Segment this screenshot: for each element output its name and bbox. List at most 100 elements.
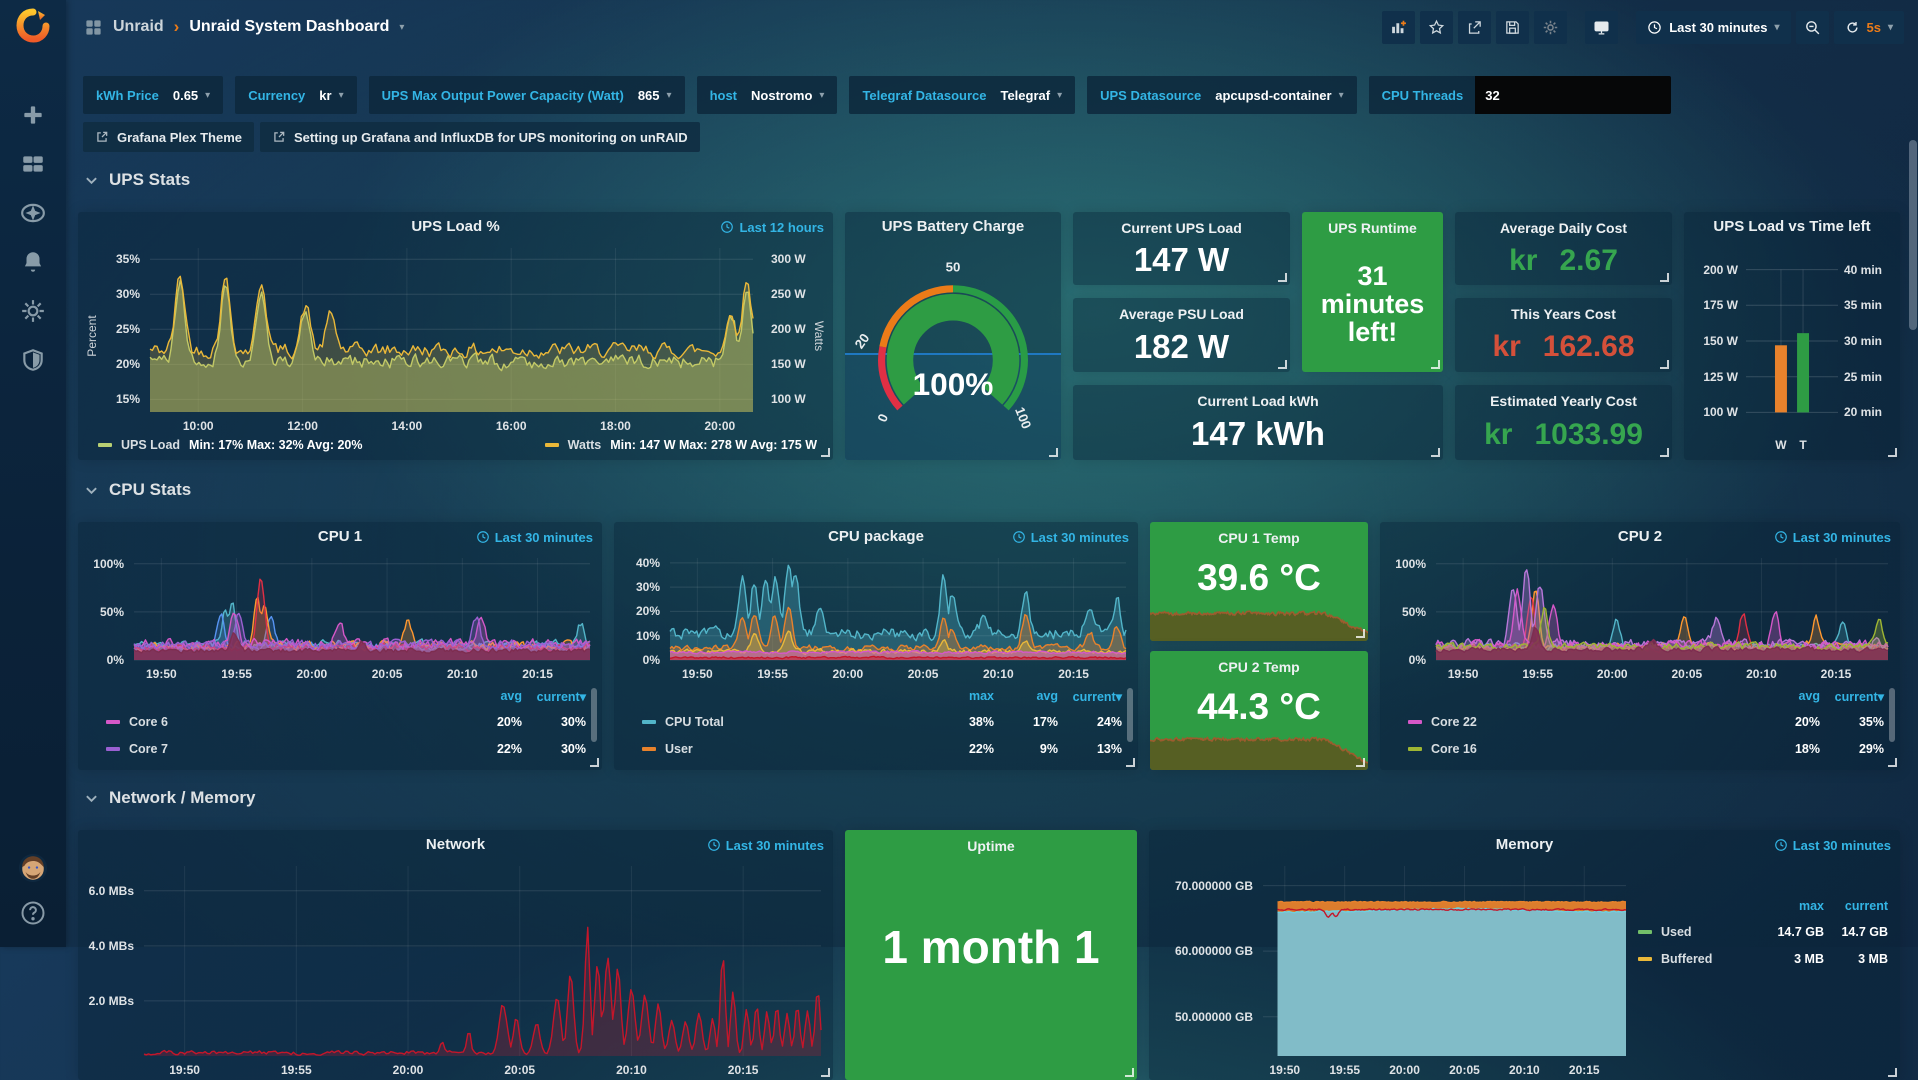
grafana-logo[interactable]: [15, 8, 51, 44]
stat-title: This Years Cost: [1511, 306, 1616, 322]
stat-value: 147 W: [1073, 236, 1290, 285]
cpu-package-chart[interactable]: 40%30%20%10%0%19:5019:5520:0020:0520:102…: [614, 552, 1138, 684]
legend-sort-avg[interactable]: avg: [458, 689, 522, 703]
plot-area[interactable]: 100%50%0%19:5019:5520:0020:0520:1020:15: [134, 558, 590, 660]
apps-grid-icon: [84, 18, 103, 37]
legend-sort-current[interactable]: current▾: [1820, 689, 1884, 704]
help-icon[interactable]: [19, 899, 47, 927]
create-plus-icon[interactable]: [20, 102, 46, 128]
legend-item[interactable]: WattsMin: 147 W Max: 278 W Avg: 175 W: [545, 438, 817, 452]
legend-scrollbar[interactable]: [1889, 688, 1895, 742]
variable-kwh-price[interactable]: kWh Price0.65▾: [83, 76, 223, 114]
variable-telegraf-datasource[interactable]: Telegraf DatasourceTelegraf▾: [849, 76, 1075, 114]
network-chart[interactable]: 6.0 MBs4.0 MBs2.0 MBs19:5019:5520:0020:0…: [78, 860, 833, 1080]
variable-host[interactable]: hostNostromo▾: [697, 76, 838, 114]
legend-scrollbar[interactable]: [1127, 688, 1133, 742]
configuration-gear-icon[interactable]: [20, 298, 46, 324]
variable-value[interactable]: 0.65: [173, 88, 198, 103]
ups-battery-gauge[interactable]: 02050100100%: [845, 212, 1061, 460]
x-axis-label: 19:50: [146, 667, 177, 681]
star-button[interactable]: [1420, 11, 1453, 44]
share-button[interactable]: [1458, 11, 1491, 44]
panel-time-range[interactable]: Last 30 minutes: [476, 522, 593, 552]
variable-value[interactable]: apcupsd-container: [1215, 88, 1331, 103]
y-axis-label: 0%: [614, 653, 660, 667]
panel-time-range[interactable]: Last 30 minutes: [1012, 522, 1129, 552]
variable-currency[interactable]: Currencykr▾: [235, 76, 356, 114]
ups-load-vs-time-chart[interactable]: WT200 W175 W150 W125 W100 W40 min35 min3…: [1684, 212, 1900, 460]
section-network-memory[interactable]: Network / Memory: [85, 788, 255, 808]
section-ups-stats[interactable]: UPS Stats: [85, 170, 190, 190]
plot-area[interactable]: 100%50%0%19:5019:5520:0020:0520:1020:15: [1436, 558, 1888, 660]
explore-compass-icon[interactable]: [20, 200, 46, 226]
legend-sort-current[interactable]: current▾: [522, 689, 586, 704]
variable-ups-datasource[interactable]: UPS Datasourceapcupsd-container▾: [1087, 76, 1356, 114]
y-axis-label: 40%: [614, 556, 660, 570]
legend-sort-avg[interactable]: avg: [994, 689, 1058, 703]
legend-scrollbar[interactable]: [591, 688, 597, 742]
top-navbar: Unraid › Unraid System Dashboard ▾ Last …: [66, 0, 1918, 54]
chevron-down-icon[interactable]: ▾: [399, 22, 404, 33]
panel-time-range[interactable]: Last 12 hours: [720, 212, 824, 242]
sidebar: [0, 0, 66, 947]
cycle-view-monitor-button[interactable]: [1585, 11, 1618, 44]
dashboard-link-ups-monitoring-guide[interactable]: Setting up Grafana and InfluxDB for UPS …: [260, 122, 700, 152]
variable-value[interactable]: Telegraf: [1000, 88, 1050, 103]
cpu1-chart[interactable]: 100%50%0%19:5019:5520:0020:0520:1020:15: [78, 552, 602, 684]
memory-chart[interactable]: 70.000000 GB60.000000 GB50.000000 GB19:5…: [1149, 860, 1900, 1080]
breadcrumb[interactable]: Unraid › Unraid System Dashboard ▾: [84, 17, 404, 37]
legend-item[interactable]: Core 1618%29%: [1408, 735, 1884, 762]
plot-area[interactable]: 40%30%20%10%0%19:5019:5520:0020:0520:102…: [670, 558, 1126, 660]
legend-item[interactable]: UPS LoadMin: 17% Max: 32% Avg: 20%: [98, 438, 362, 452]
legend-swatch: [106, 747, 120, 751]
ups-load-chart[interactable]: 35%30%25%20%15%300 W250 W200 W150 W100 W…: [78, 242, 833, 436]
save-button[interactable]: [1496, 11, 1529, 44]
page-scrollbar-thumb[interactable]: [1909, 140, 1917, 330]
legend-sort-max[interactable]: max: [1760, 899, 1824, 913]
legend-sort-current[interactable]: current: [1824, 899, 1888, 913]
breadcrumb-folder[interactable]: Unraid: [113, 18, 164, 36]
variable-label: UPS Max Output Power Capacity (Watt): [382, 88, 624, 103]
legend-item[interactable]: Buffered3 MB3 MB: [1638, 945, 1888, 972]
variable-value[interactable]: kr: [319, 88, 331, 103]
x-axis-label: 20:10: [1509, 1063, 1540, 1077]
user-avatar[interactable]: [18, 853, 48, 883]
panel-time-range[interactable]: Last 30 minutes: [707, 830, 824, 860]
legend-item[interactable]: Used14.7 GB14.7 GB: [1638, 918, 1888, 945]
dashboard-title[interactable]: Unraid System Dashboard: [189, 18, 389, 36]
panel-uptime: Uptime 1 month 1: [845, 830, 1137, 1080]
refresh-picker[interactable]: 5s ▾: [1834, 11, 1905, 44]
legend-item[interactable]: Core 722%30%: [106, 735, 586, 762]
dashboard-link-grafana-plex-theme[interactable]: Grafana Plex Theme: [83, 122, 254, 152]
legend-sort-max[interactable]: max: [930, 689, 994, 703]
dashboard-settings-button[interactable]: [1534, 11, 1567, 44]
legend-item[interactable]: Core 620%30%: [106, 708, 586, 735]
legend-item[interactable]: User22%9%13%: [642, 735, 1122, 762]
variable-input-cpu-threads[interactable]: [1475, 76, 1671, 114]
legend-item[interactable]: CPU Total38%17%24%: [642, 708, 1122, 735]
panel-time-range[interactable]: Last 30 minutes: [1774, 522, 1891, 552]
stat-title: UPS Runtime: [1328, 220, 1417, 236]
section-cpu-stats[interactable]: CPU Stats: [85, 480, 191, 500]
alerting-bell-icon[interactable]: [20, 249, 46, 275]
variable-value[interactable]: Nostromo: [751, 88, 812, 103]
zoom-out-button[interactable]: [1796, 11, 1829, 44]
y-axis-label: 60.000000 GB: [1149, 944, 1253, 958]
legend-sort-current[interactable]: current▾: [1058, 689, 1122, 704]
legend-sort-avg[interactable]: avg: [1756, 689, 1820, 703]
plot-area[interactable]: 35%30%25%20%15%300 W250 W200 W150 W100 W…: [150, 248, 753, 412]
time-range-picker[interactable]: Last 30 minutes ▾: [1636, 11, 1790, 44]
variable-value[interactable]: 865: [638, 88, 660, 103]
legend-item[interactable]: Core 2220%35%: [1408, 708, 1884, 735]
dashboards-grid-icon[interactable]: [20, 151, 46, 177]
add-panel-button[interactable]: [1382, 11, 1415, 44]
cpu2-chart[interactable]: 100%50%0%19:5019:5520:0020:0520:1020:15: [1380, 552, 1900, 684]
panel-time-range[interactable]: Last 30 minutes: [1774, 830, 1891, 860]
server-admin-shield-icon[interactable]: [20, 347, 46, 373]
x-axis-label: 20:10: [616, 1063, 647, 1077]
plot-area[interactable]: 6.0 MBs4.0 MBs2.0 MBs19:5019:5520:0020:0…: [144, 866, 821, 1056]
plot-area[interactable]: 70.000000 GB60.000000 GB50.000000 GB19:5…: [1263, 866, 1626, 1056]
time-range-label: Last 30 minutes: [1669, 20, 1767, 35]
variable-ups-max-output[interactable]: UPS Max Output Power Capacity (Watt)865▾: [369, 76, 685, 114]
variable-cpu-threads[interactable]: CPU Threads: [1369, 76, 1672, 114]
